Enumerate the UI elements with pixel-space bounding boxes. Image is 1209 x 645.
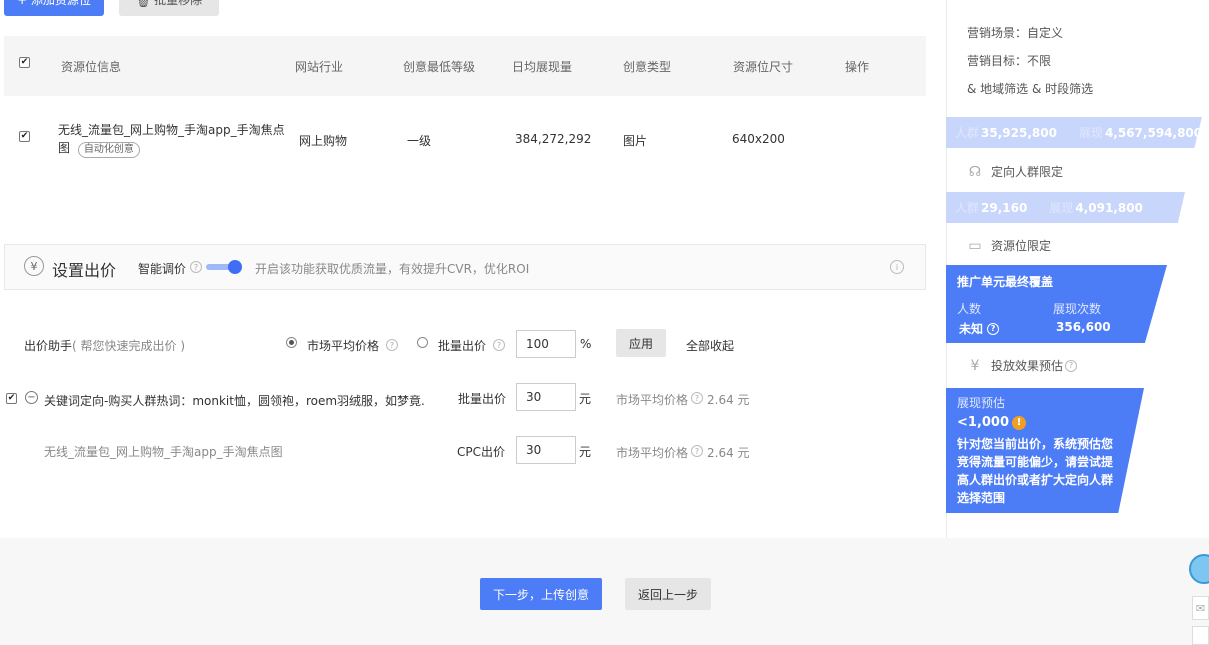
collapse-icon[interactable]: − [25, 391, 38, 404]
yuan-icon: ¥ [24, 256, 44, 276]
estimate-card: 展现预估 <1,000! 针对您当前出价，系统预估您竞得流量可能偏少，请尝试提高… [946, 388, 1144, 513]
col-daily-impressions: 日均展现量 [512, 60, 573, 74]
smart-bid-desc: 开启该功能获取优质流量，有效提升CVR，优化ROI [255, 262, 530, 276]
crowd-limit-item: ☊ 定向人群限定 [968, 163, 1064, 180]
percent-unit: % [580, 337, 592, 351]
cpc-bid-unit: 元 [579, 445, 592, 459]
warning-icon: ! [1012, 415, 1027, 430]
footer-bar [0, 538, 1209, 645]
col-min-level: 创意最低等级 [403, 60, 476, 74]
estimate-item: ¥ 投放效果预估 ? [967, 357, 1078, 374]
help-icon[interactable]: ? [386, 339, 398, 351]
trash-icon: 🗑 [135, 0, 152, 8]
help-icon[interactable]: ? [1065, 359, 1078, 372]
apply-button[interactable]: 应用 [616, 329, 666, 357]
band-total: 人群 35,925,800 展现 4,567,594,800 [946, 117, 1202, 148]
crowd-icon: ☊ [968, 163, 982, 180]
image-icon: ▭ [968, 237, 982, 254]
help-icon[interactable]: ? [190, 261, 202, 273]
col-size: 资源位尺寸 [733, 60, 794, 74]
row-creative-type: 图片 [623, 134, 648, 148]
col-creative-type: 创意类型 [623, 60, 672, 74]
collapse-all-link[interactable]: 全部收起 [686, 337, 734, 354]
yuan-icon: ¥ [970, 357, 980, 374]
row-size: 640x200 [732, 132, 785, 146]
col-industry: 网站行业 [295, 60, 344, 74]
group-bid-unit: 元 [579, 392, 592, 406]
row-checkbox[interactable]: ✔ [19, 131, 30, 142]
group-bid-label: 批量出价 [458, 392, 507, 406]
market-price-option-label: 市场平均价格 [307, 339, 380, 353]
mascot-icon[interactable] [1189, 554, 1209, 590]
resource-bid-name: 无线_流量包_网上购物_手淘app_手淘焦点图 [44, 445, 283, 459]
batch-bid-option-label: 批量出价 [438, 339, 487, 353]
resource-market-label: 市场平均价格 [616, 446, 689, 460]
bid-settings-title: 设置出价 [52, 261, 117, 280]
select-all-checkbox[interactable]: ✔ [19, 57, 30, 68]
row-min-level: 一级 [407, 134, 432, 148]
cpc-bid-input[interactable]: 30 [516, 436, 576, 464]
col-resource-info: 资源位信息 [61, 60, 122, 74]
cpc-bid-label: CPC出价 [457, 445, 505, 459]
add-resource-button[interactable]: + 添加资源位 [4, 0, 104, 16]
back-button[interactable]: 返回上一步 [625, 578, 711, 610]
marketing-goal: 营销目标：不限 [967, 54, 1052, 68]
bid-helper-label: 出价助手( 帮您快速完成出价 ) [24, 339, 186, 353]
coverage-card: 推广单元最终覆盖 人数 展现次数 未知 ? 356,600 [946, 265, 1167, 343]
batch-bid-input[interactable]: 100 [516, 330, 576, 358]
batch-bid-radio[interactable] [417, 337, 428, 348]
resource-market-value: 2.64 元 [707, 446, 750, 460]
resource-name: 无线_流量包_网上购物_手淘app_手淘焦点图 自动化创意 [58, 121, 290, 158]
row-industry: 网上购物 [299, 134, 348, 148]
feedback-icon[interactable]: ✉ [1192, 596, 1209, 620]
resource-limit-item: ▭ 资源位限定 [968, 237, 1052, 254]
smart-bid-toggle[interactable] [206, 260, 242, 274]
marketing-scene: 营销场景：自定义 [967, 26, 1064, 40]
auto-creative-tag: 自动化创意 [77, 142, 140, 158]
batch-remove-button[interactable]: 🗑 批量移除 [119, 0, 219, 16]
info-icon[interactable]: i [890, 260, 904, 274]
group-market-label: 市场平均价格 [616, 393, 689, 407]
band-crowd: 人群 29,160 展现 4,091,800 [946, 192, 1185, 223]
next-step-button[interactable]: 下一步，上传创意 [480, 578, 602, 610]
region-time-filters: & 地域筛选 & 时段筛选 [967, 82, 1094, 96]
group-market-value: 2.64 元 [707, 393, 750, 407]
market-price-radio[interactable] [286, 337, 297, 348]
col-actions: 操作 [845, 60, 870, 74]
smart-bid-label: 智能调价 [138, 262, 187, 276]
help-icon[interactable]: ? [691, 445, 703, 457]
row-daily-impressions: 384,272,292 [515, 132, 592, 146]
group-bid-input[interactable]: 30 [516, 383, 576, 411]
help-icon[interactable]: ? [987, 322, 1000, 335]
tool-icon[interactable] [1192, 626, 1209, 645]
help-icon[interactable]: ? [493, 339, 505, 351]
keyword-group-name: 关键词定向-购买人群热词：monkit恤，圆领袍，roem羽绒服，如梦竟... [44, 394, 424, 408]
help-icon[interactable]: ? [691, 392, 703, 404]
group-checkbox[interactable]: ✔ [6, 393, 17, 404]
